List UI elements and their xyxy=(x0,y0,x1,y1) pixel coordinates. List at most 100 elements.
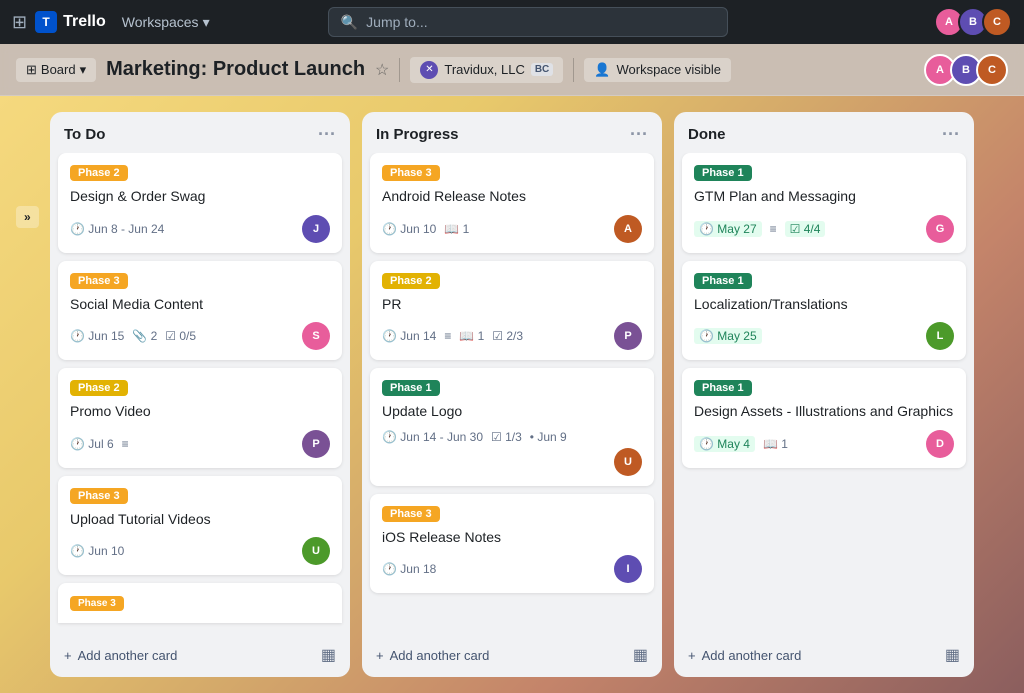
card-social-media[interactable]: Phase 3 Social Media Content 🕐 Jun 15 📎 … xyxy=(58,261,342,361)
card-title: Upload Tutorial Videos xyxy=(70,510,330,530)
card-gtm-plan[interactable]: Phase 1 GTM Plan and Messaging 🕐 May 27 … xyxy=(682,153,966,253)
visibility-button[interactable]: 👤 Workspace visible xyxy=(584,58,731,82)
card-bottom: 🕐 May 25 L xyxy=(694,322,954,350)
add-card-label: Add another card xyxy=(702,648,802,663)
card-title: iOS Release Notes xyxy=(382,528,642,548)
star-icon[interactable]: ☆ xyxy=(375,60,389,80)
card-pr[interactable]: Phase 2 PR 🕐 Jun 14 ≡ 📖 1 ☑ 2/3 P xyxy=(370,261,654,361)
card-bottom: 🕐 Jul 6 ≡ P xyxy=(70,430,330,458)
template-icon[interactable]: ▦ xyxy=(633,645,648,665)
card-title: Android Release Notes xyxy=(382,187,642,207)
card-avatar: P xyxy=(302,430,330,458)
logo[interactable]: T Trello xyxy=(35,11,106,33)
workspaces-label: Workspaces xyxy=(122,14,199,30)
card-attach: 📎 2 xyxy=(132,329,157,343)
card-avatar: U xyxy=(302,537,330,565)
card-update-logo[interactable]: Phase 1 Update Logo 🕐 Jun 14 - Jun 30 ☑ … xyxy=(370,368,654,486)
add-card-label: Add another card xyxy=(78,648,178,663)
add-card-button-done[interactable]: + Add another card xyxy=(688,648,801,663)
card-meta: 🕐 May 25 xyxy=(694,328,762,344)
card-title: Localization/Translations xyxy=(694,295,954,315)
card-meta: 🕐 Jun 8 - Jun 24 xyxy=(70,222,164,236)
board-view-icon: ⊞ xyxy=(26,62,37,78)
list-header-done: Done ··· xyxy=(674,112,974,153)
card-partial[interactable]: Phase 3 xyxy=(58,583,342,623)
nav-avatar-3[interactable]: C xyxy=(982,7,1012,37)
template-icon[interactable]: ▦ xyxy=(321,645,336,665)
card-promo-video[interactable]: Phase 2 Promo Video 🕐 Jul 6 ≡ P xyxy=(58,368,342,468)
card-bottom: 🕐 May 27 ≡ ☑ 4/4 G xyxy=(694,215,954,243)
card-book: 📖 1 xyxy=(459,329,484,343)
workspaces-menu[interactable]: Workspaces ▾ xyxy=(114,10,218,35)
add-card-button-todo[interactable]: + Add another card xyxy=(64,648,177,663)
card-label: Phase 2 xyxy=(70,380,128,396)
workspace-x-icon: ✕ xyxy=(420,61,438,79)
board-title: Marketing: Product Launch xyxy=(106,58,365,81)
top-nav: ⊞ T Trello Workspaces ▾ 🔍 Jump to... A B… xyxy=(0,0,1024,44)
template-icon[interactable]: ▦ xyxy=(945,645,960,665)
add-card-label: Add another card xyxy=(390,648,490,663)
board-header: ⊞ Board ▾ Marketing: Product Launch ☆ ✕ … xyxy=(0,44,1024,96)
card-book: 📖 1 xyxy=(444,222,469,236)
card-avatar: U xyxy=(614,448,642,476)
plus-icon: + xyxy=(688,648,696,663)
card-upload-tutorial[interactable]: Phase 3 Upload Tutorial Videos 🕐 Jun 10 … xyxy=(58,476,342,576)
search-bar[interactable]: 🔍 Jump to... xyxy=(328,7,728,37)
card-meta: 🕐 Jun 10 📖 1 xyxy=(382,222,469,236)
card-meta: 🕐 Jun 14 ≡ 📖 1 ☑ 2/3 xyxy=(382,329,523,343)
card-bottom: 🕐 Jun 8 - Jun 24 J xyxy=(70,215,330,243)
card-design-assets[interactable]: Phase 1 Design Assets - Illustrations an… xyxy=(682,368,966,468)
list-menu-todo[interactable]: ··· xyxy=(318,124,336,145)
card-avatar: S xyxy=(302,322,330,350)
card-extra-date: • Jun 9 xyxy=(530,430,567,444)
card-checklist: ☑ 0/5 xyxy=(165,329,196,343)
list-title-inprogress: In Progress xyxy=(376,126,459,143)
card-meta: 🕐 Jul 6 ≡ xyxy=(70,437,129,451)
card-title: PR xyxy=(382,295,642,315)
card-title: Promo Video xyxy=(70,402,330,422)
grid-icon[interactable]: ⊞ xyxy=(12,12,27,33)
card-android-release[interactable]: Phase 3 Android Release Notes 🕐 Jun 10 📖… xyxy=(370,153,654,253)
card-bottom: 🕐 Jun 18 I xyxy=(382,555,642,583)
list-cards-done: Phase 1 GTM Plan and Messaging 🕐 May 27 … xyxy=(674,153,974,637)
card-bottom: 🕐 Jun 10 U xyxy=(70,537,330,565)
divider xyxy=(399,58,400,82)
card-avatar: P xyxy=(614,322,642,350)
card-checklist: ☑ 4/4 xyxy=(785,221,826,237)
list-cards-inprogress: Phase 3 Android Release Notes 🕐 Jun 10 📖… xyxy=(362,153,662,637)
workspace-badge[interactable]: ✕ Travidux, LLC BC xyxy=(410,57,563,83)
card-label: Phase 3 xyxy=(382,165,440,181)
sidebar-toggle[interactable]: » xyxy=(16,206,39,228)
list-todo: To Do ··· Phase 2 Design & Order Swag 🕐 … xyxy=(50,112,350,677)
list-menu-done[interactable]: ··· xyxy=(942,124,960,145)
header-avatar-3[interactable]: C xyxy=(976,54,1008,86)
header-avatars: A B C xyxy=(930,54,1008,86)
card-label: Phase 2 xyxy=(382,273,440,289)
chevron-down-icon: ▾ xyxy=(203,14,210,31)
card-label: Phase 1 xyxy=(694,165,752,181)
card-meta: 🕐 Jun 10 xyxy=(70,544,124,558)
card-label: Phase 2 xyxy=(70,165,128,181)
card-label: Phase 1 xyxy=(382,380,440,396)
add-card-button-inprogress[interactable]: + Add another card xyxy=(376,648,489,663)
card-localization[interactable]: Phase 1 Localization/Translations 🕐 May … xyxy=(682,261,966,361)
list-footer-done: + Add another card ▦ xyxy=(674,637,974,677)
card-ios-release[interactable]: Phase 3 iOS Release Notes 🕐 Jun 18 I xyxy=(370,494,654,594)
workspace-name: Travidux, LLC xyxy=(444,62,524,77)
card-date: 🕐 Jun 10 xyxy=(382,222,436,236)
card-label: Phase 3 xyxy=(70,596,124,611)
card-label: Phase 1 xyxy=(694,380,752,396)
card-checklist: ☑ 2/3 xyxy=(492,329,523,343)
divider-2 xyxy=(573,58,574,82)
list-menu-inprogress[interactable]: ··· xyxy=(630,124,648,145)
list-cards-todo: Phase 2 Design & Order Swag 🕐 Jun 8 - Ju… xyxy=(50,153,350,637)
logo-text: Trello xyxy=(63,13,106,31)
card-book: 📖 1 xyxy=(763,437,788,451)
board-view-button[interactable]: ⊞ Board ▾ xyxy=(16,58,96,82)
card-label: Phase 3 xyxy=(70,273,128,289)
card-title: Design & Order Swag xyxy=(70,187,330,207)
card-avatar: L xyxy=(926,322,954,350)
card-design-order-swag[interactable]: Phase 2 Design & Order Swag 🕐 Jun 8 - Ju… xyxy=(58,153,342,253)
board-area: » To Do ··· Phase 2 Design & Order Swag … xyxy=(0,96,1024,693)
bc-badge: BC xyxy=(531,63,553,76)
